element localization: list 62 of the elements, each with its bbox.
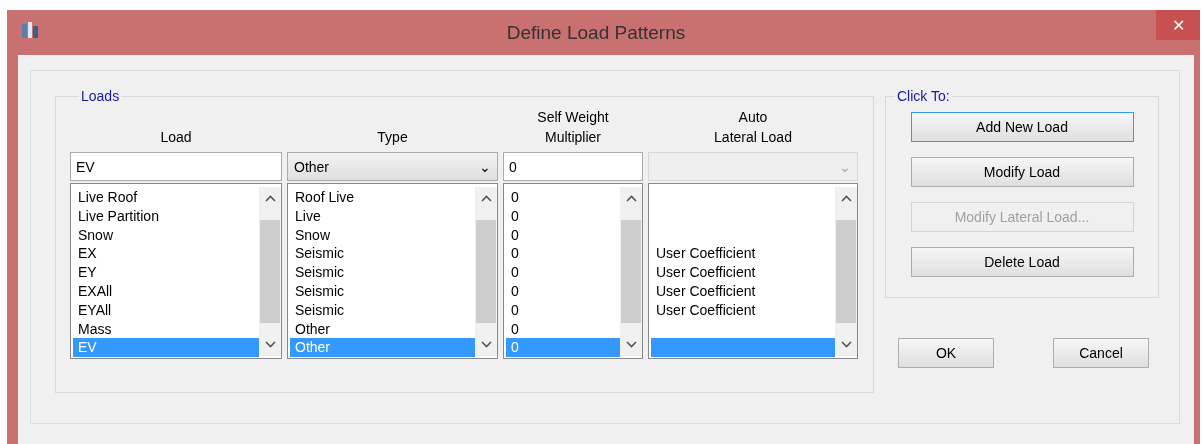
load-input-field[interactable]: EV: [70, 152, 282, 181]
list-item[interactable]: Other: [290, 319, 475, 339]
list-item[interactable]: Snow: [290, 225, 475, 245]
list-item[interactable]: 0: [506, 225, 620, 245]
list-item[interactable]: Seismic: [290, 263, 475, 282]
selection-highlight[interactable]: [651, 338, 835, 358]
list-item[interactable]: User Coefficient: [651, 300, 835, 320]
scroll-down-icon[interactable]: [480, 341, 492, 348]
list-item[interactable]: Seismic: [290, 244, 475, 264]
dialog-button[interactable]: Cancel: [1053, 338, 1149, 368]
scrollbar[interactable]: [835, 187, 857, 356]
list-item[interactable]: 0: [506, 319, 620, 339]
scroll-up-icon[interactable]: [840, 195, 852, 202]
scroll-thumb[interactable]: [836, 220, 856, 323]
list-item[interactable]: 0: [506, 282, 620, 301]
list-item[interactable]: Live Partition: [73, 206, 259, 226]
list-item[interactable]: EYAll: [73, 300, 259, 320]
multiplier-input-field[interactable]: 0: [503, 152, 643, 181]
list-item[interactable]: User Coefficient: [651, 244, 835, 264]
column-header: Auto Lateral Load: [713, 108, 793, 147]
type-dropdown[interactable]: Other ⌄: [287, 152, 498, 181]
scroll-up-icon[interactable]: [625, 195, 637, 202]
action-button[interactable]: Add New Load: [910, 112, 1134, 142]
list-item[interactable]: EX: [73, 244, 259, 264]
list-item[interactable]: 0: [506, 263, 620, 282]
scroll-down-icon[interactable]: [840, 341, 852, 348]
column-header: Self Weight Multiplier: [536, 108, 610, 147]
scroll-down-icon[interactable]: [625, 341, 637, 348]
dialog-button[interactable]: OK: [898, 338, 994, 368]
group-title: Loads: [80, 88, 121, 104]
list-item[interactable]: EXAll: [73, 282, 259, 301]
scrollbar[interactable]: [259, 187, 281, 356]
scroll-up-icon[interactable]: [264, 195, 276, 202]
window-title: Define Load Patterns: [506, 21, 686, 44]
list-item[interactable]: 0: [506, 188, 620, 207]
action-button[interactable]: Modify Load: [910, 157, 1134, 187]
scroll-thumb[interactable]: [621, 220, 641, 323]
list-item[interactable]: Seismic: [290, 282, 475, 301]
scrollbar[interactable]: [620, 187, 642, 356]
scroll-up-icon[interactable]: [480, 195, 492, 202]
scroll-thumb[interactable]: [260, 220, 280, 323]
scroll-down-icon[interactable]: [264, 341, 276, 348]
list-item[interactable]: User Coefficient: [651, 282, 835, 301]
group-title: Click To:: [896, 88, 951, 104]
column-header: Type: [376, 128, 409, 147]
list-item[interactable]: Mass: [73, 319, 259, 339]
list-item[interactable]: Seismic: [290, 300, 475, 320]
action-button[interactable]: Delete Load: [910, 247, 1134, 277]
list-item[interactable]: Roof Live: [290, 188, 475, 207]
list-item[interactable]: User Coefficient: [651, 263, 835, 282]
close-button[interactable]: ✕: [1156, 10, 1200, 40]
column-header: Load: [159, 128, 193, 147]
list-item[interactable]: Live Roof: [73, 188, 259, 207]
list-item[interactable]: 0: [506, 244, 620, 264]
list-item[interactable]: 0: [506, 300, 620, 320]
list-item[interactable]: Live: [290, 206, 475, 226]
list-item[interactable]: Snow: [73, 225, 259, 245]
list-item[interactable]: 0: [506, 206, 620, 226]
list-item[interactable]: EY: [73, 263, 259, 282]
scroll-thumb[interactable]: [476, 220, 496, 323]
buildings-icon: [21, 21, 39, 39]
scrollbar[interactable]: [475, 187, 497, 356]
